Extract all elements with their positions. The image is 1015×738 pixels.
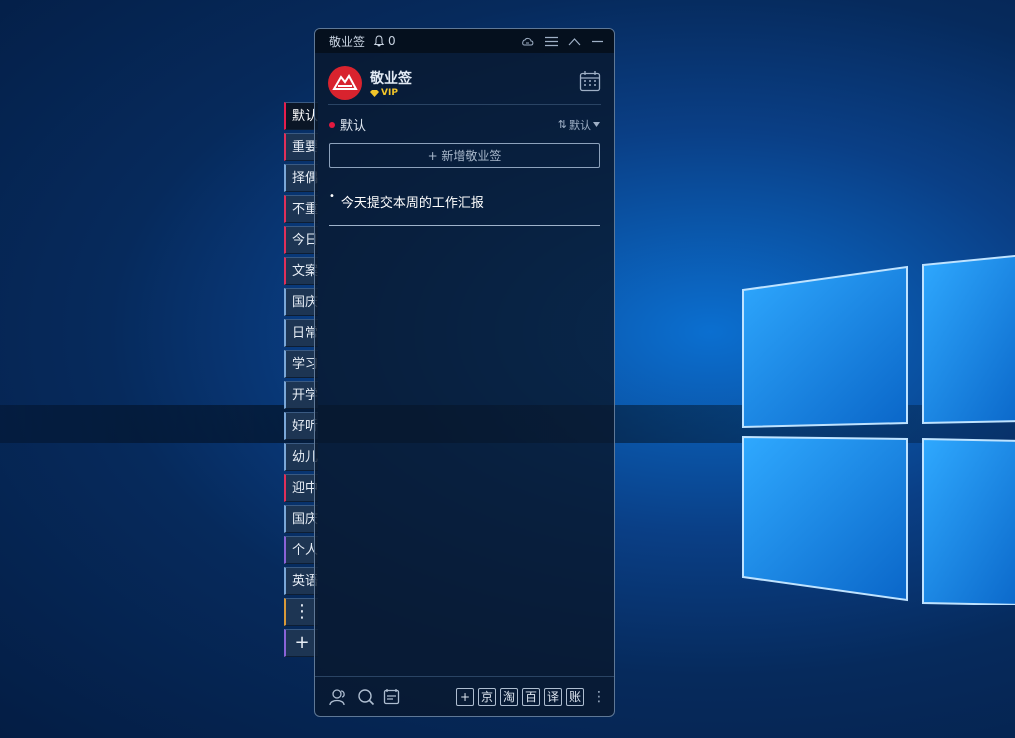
side-tab[interactable]: 好听 (284, 412, 318, 440)
side-tab[interactable]: 日常 (284, 319, 318, 347)
side-tab[interactable]: 国庆 (284, 288, 318, 316)
quick-account-button[interactable]: 账 (566, 687, 584, 706)
add-tab-button[interactable]: + (284, 629, 318, 657)
note-item[interactable]: • 今天提交本周的工作汇报 (329, 192, 600, 226)
side-tab[interactable]: 今日 (284, 226, 318, 254)
bottom-toolbar: + 京 淘 百 译 账 ⋮ (315, 676, 614, 716)
side-tab[interactable]: 幼儿 (284, 443, 318, 471)
quick-translate-button[interactable]: 译 (544, 687, 562, 706)
app-title: 敬业签 (329, 34, 366, 49)
avatar[interactable] (328, 66, 362, 100)
quick-baidu-button[interactable]: 百 (522, 687, 540, 706)
group-name: 默认 (340, 119, 367, 134)
side-tab[interactable]: 英语 (284, 567, 318, 595)
more-tabs-button[interactable]: ⋮ (284, 598, 318, 626)
add-note-button[interactable]: + 新增敬业签 (329, 143, 600, 168)
diamond-icon (370, 89, 379, 97)
sort-dropdown[interactable]: ⇅ 默认 (558, 117, 600, 133)
user-header: 敬业签 VIP (328, 53, 601, 105)
calendar-icon[interactable] (579, 70, 601, 96)
side-tab[interactable]: 择偶 (284, 164, 318, 192)
search-icon[interactable] (357, 688, 375, 706)
contacts-icon[interactable] (329, 688, 349, 706)
side-tab[interactable]: 重要 (284, 133, 318, 161)
note-bullet: • (329, 191, 335, 202)
side-tab[interactable]: 学习 (284, 350, 318, 378)
side-tab-strip: 默认 重要 择偶 不重 今日 文案 国庆 日常 学习 开学 好听 幼儿 迎中 国… (284, 102, 318, 660)
bell-icon (373, 35, 385, 47)
note-panel: 敬业签 0 敬业签 VIP 默认 ⇅ 默认 + 新增敬业签 • 今天提交本周的工… (314, 28, 615, 717)
caret-down-icon (593, 122, 600, 127)
more-icon[interactable]: ⋮ (592, 689, 606, 705)
quick-jd-button[interactable]: 京 (478, 687, 496, 706)
side-tab[interactable]: 迎中 (284, 474, 318, 502)
user-name: 敬业签 (370, 71, 412, 87)
notes-icon[interactable] (383, 688, 400, 705)
logo-icon (332, 74, 358, 90)
side-tab-default[interactable]: 默认 (284, 102, 318, 130)
cloud-icon[interactable] (520, 35, 535, 47)
side-tab[interactable]: 个人 (284, 536, 318, 564)
side-tab[interactable]: 不重 (284, 195, 318, 223)
sort-arrows-icon: ⇅ (557, 118, 567, 131)
note-text: 今天提交本周的工作汇报 (340, 196, 484, 211)
menu-icon[interactable] (545, 36, 558, 47)
windows-logo (742, 255, 1015, 605)
side-tab[interactable]: 文案 (284, 257, 318, 285)
chevron-up-icon[interactable] (568, 37, 581, 46)
minimize-icon[interactable] (591, 37, 604, 46)
quick-taobao-button[interactable]: 淘 (500, 687, 518, 706)
title-bar: 敬业签 0 (315, 29, 614, 53)
side-tab[interactable]: 国庆 (284, 505, 318, 533)
group-color-dot (329, 121, 335, 128)
notification-button[interactable]: 0 (373, 34, 396, 48)
quick-add-button[interactable]: + (456, 687, 474, 706)
notification-count: 0 (388, 34, 396, 48)
vip-badge: VIP (370, 88, 412, 98)
side-tab[interactable]: 开学 (284, 381, 318, 409)
group-header: 默认 ⇅ 默认 (329, 115, 600, 134)
